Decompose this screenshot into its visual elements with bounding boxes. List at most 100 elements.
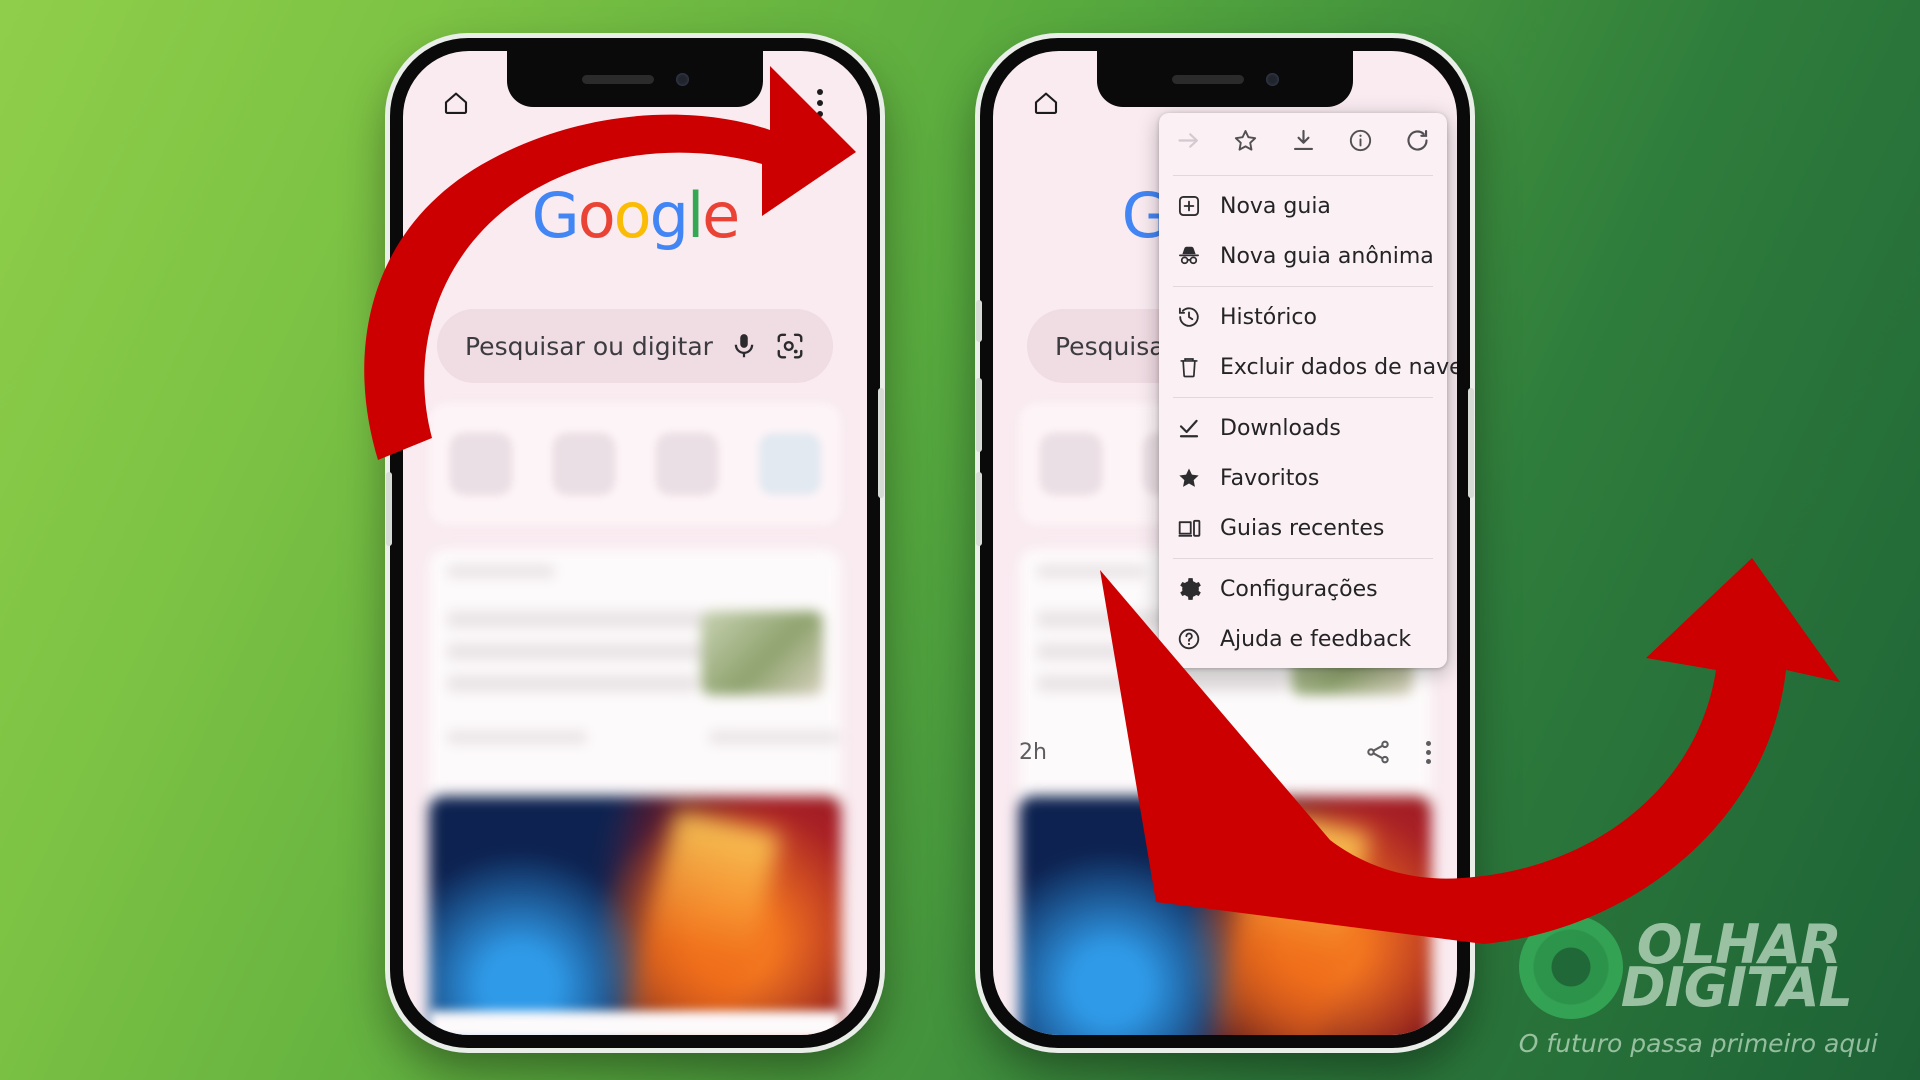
- kebab-dot: [1426, 740, 1431, 746]
- watermark-text: OLHAR DIGITAL: [1621, 918, 1853, 1014]
- shortcut-tile[interactable]: [552, 433, 615, 495]
- home-icon[interactable]: [1031, 88, 1061, 118]
- watermark-olhar-digital: OLHAR DIGITAL O futuro passa primeiro aq…: [1518, 915, 1878, 1058]
- menu-item-nova-guia[interactable]: Nova guia: [1159, 181, 1447, 231]
- logo-letter: o: [613, 179, 652, 252]
- logo-letter: l: [686, 179, 704, 252]
- shortcut-tile[interactable]: [758, 433, 821, 495]
- gear-icon: [1175, 575, 1203, 603]
- menu-quick-actions: [1159, 113, 1447, 170]
- recent-tabs-icon: [1175, 514, 1203, 542]
- trash-icon: [1175, 353, 1203, 381]
- front-camera: [1265, 72, 1279, 86]
- download-icon[interactable]: [1290, 127, 1317, 158]
- reload-icon[interactable]: [1404, 127, 1431, 158]
- menu-item-label: Nova guia anônima: [1220, 243, 1434, 269]
- menu-item-label: Nova guia: [1220, 193, 1331, 219]
- info-icon[interactable]: [1347, 127, 1374, 158]
- home-icon[interactable]: [441, 88, 471, 118]
- menu-item-favoritos[interactable]: Favoritos: [1159, 453, 1447, 503]
- menu-divider: [1173, 175, 1433, 176]
- menu-item-guias-recentes[interactable]: Guias recentes: [1159, 503, 1447, 553]
- history-icon: [1175, 303, 1203, 331]
- browser-overflow-menu[interactable]: Nova guia Nova guia anônima Histórico Ex…: [1159, 113, 1457, 668]
- kebab-dot: [817, 111, 823, 117]
- google-lens-icon[interactable]: [775, 331, 805, 361]
- phone-screen-left: Google Pesquisar ou digitar URL: [403, 51, 867, 1035]
- kebab-dot: [817, 89, 823, 95]
- feed-meta-line: [709, 731, 839, 744]
- star-icon[interactable]: [1232, 127, 1259, 158]
- menu-item-excluir-dados[interactable]: Excluir dados de nave...: [1159, 342, 1457, 392]
- kebab-dot: [1426, 749, 1431, 755]
- menu-item-ajuda-e-feedback[interactable]: Ajuda e feedback: [1159, 614, 1447, 664]
- menu-item-downloads[interactable]: Downloads: [1159, 403, 1447, 453]
- star-filled-icon: [1175, 464, 1203, 492]
- phone-power-button: [878, 388, 884, 498]
- phone-volume-down-button: [976, 472, 982, 546]
- search-placeholder: Pesquisar ou digitar URL: [465, 331, 713, 361]
- menu-divider: [1173, 558, 1433, 559]
- feed-article-card[interactable]: [429, 549, 841, 811]
- feed-source-label: [1037, 565, 1145, 578]
- earpiece-speaker: [581, 74, 654, 84]
- image-highlight: [612, 809, 782, 1035]
- shortcut-tile[interactable]: [655, 433, 718, 495]
- menu-item-historico[interactable]: Histórico: [1159, 292, 1447, 342]
- earpiece-speaker: [1171, 74, 1244, 84]
- search-input[interactable]: Pesquisar ou digitar URL: [437, 309, 833, 383]
- menu-item-configuracoes[interactable]: Configurações: [1159, 564, 1447, 614]
- feed-thumbnail: [701, 611, 823, 695]
- feed-headline-line: [447, 675, 697, 692]
- menu-divider: [1173, 286, 1433, 287]
- kebab-menu-icon[interactable]: [1426, 740, 1431, 764]
- share-icon[interactable]: [1364, 738, 1392, 766]
- phone-mute-switch: [386, 300, 392, 342]
- phone-power-button: [1468, 388, 1474, 498]
- phone-volume-up-button: [386, 378, 392, 452]
- feed-headline-line: [1037, 675, 1287, 692]
- feed-meta-line: [447, 731, 587, 744]
- feed-image-card[interactable]: [429, 796, 841, 1035]
- shortcut-tile[interactable]: [449, 433, 512, 495]
- image-highlight: [1202, 809, 1372, 1035]
- phone-volume-up-button: [976, 378, 982, 452]
- watermark-line-2: DIGITAL: [1620, 956, 1853, 1019]
- kebab-dot: [817, 100, 823, 106]
- forward-icon[interactable]: [1175, 127, 1202, 158]
- front-camera: [675, 72, 689, 86]
- feed-image-card[interactable]: [1019, 796, 1431, 1035]
- phone-screen-right: Google Pesquisar ou digitar URL 2h: [993, 51, 1457, 1035]
- menu-item-label: Guias recentes: [1220, 515, 1385, 541]
- shortcut-tile[interactable]: [1039, 433, 1102, 495]
- article-age: 2h: [1019, 739, 1047, 765]
- menu-divider: [1173, 397, 1433, 398]
- feed-meta-row: 2h: [1019, 723, 1431, 781]
- menu-item-label: Downloads: [1220, 415, 1341, 441]
- help-icon: [1175, 625, 1203, 653]
- kebab-menu-icon[interactable]: [811, 83, 829, 123]
- logo-letter: e: [702, 179, 740, 252]
- shortcut-tiles: [429, 403, 841, 525]
- incognito-icon: [1175, 242, 1203, 270]
- menu-item-label: Favoritos: [1220, 465, 1320, 491]
- feed-caption-strip: [429, 1011, 841, 1035]
- menu-item-nova-guia-anonima[interactable]: Nova guia anônima: [1159, 231, 1447, 281]
- menu-item-label: Ajuda e feedback: [1220, 626, 1412, 652]
- phone-mute-switch: [976, 300, 982, 342]
- menu-item-label: Excluir dados de nave...: [1220, 354, 1457, 380]
- phone-volume-down-button: [386, 472, 392, 546]
- downloads-icon: [1175, 414, 1203, 442]
- logo-letter: g: [649, 179, 689, 252]
- google-logo: Google: [403, 179, 867, 252]
- menu-item-label: Histórico: [1220, 304, 1317, 330]
- eye-logo-icon: [1518, 915, 1623, 1019]
- logo-letter: G: [531, 179, 580, 252]
- phone-step-2: Google Pesquisar ou digitar URL 2h: [976, 38, 1474, 1048]
- logo-letter: o: [577, 179, 616, 252]
- phone-notch: [507, 51, 763, 107]
- phone-step-1: Google Pesquisar ou digitar URL: [386, 38, 884, 1048]
- watermark-tagline: O futuro passa primeiro aqui: [1518, 1029, 1878, 1058]
- microphone-icon[interactable]: [729, 331, 759, 361]
- phone-notch: [1097, 51, 1353, 107]
